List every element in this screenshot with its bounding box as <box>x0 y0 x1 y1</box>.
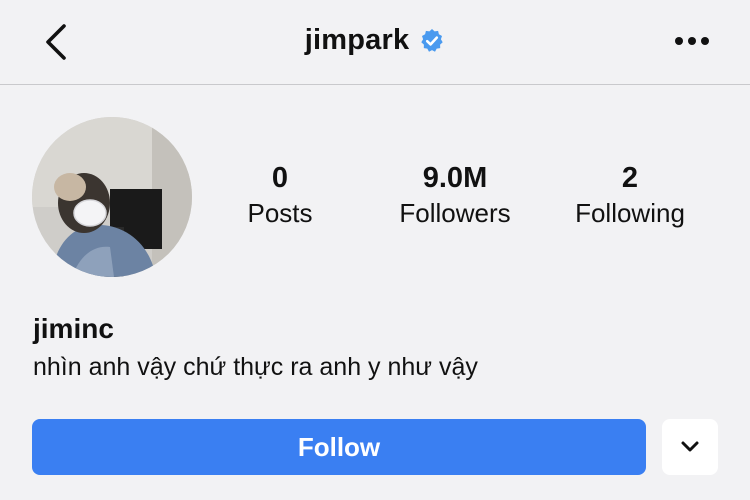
avatar[interactable] <box>32 117 192 277</box>
verified-badge-icon <box>421 28 443 52</box>
profile-username: jimpark <box>304 24 410 56</box>
avatar-photo <box>32 117 192 277</box>
header-title: jimpark <box>0 24 750 57</box>
posts-count: 0 <box>271 162 289 194</box>
profile-name: jiminc <box>33 313 114 344</box>
followers-stat[interactable]: 9.0M Followers <box>365 160 545 230</box>
follow-button[interactable]: Follow <box>32 419 646 475</box>
posts-stat[interactable]: 0 Posts <box>190 160 370 230</box>
top-bar: jimpark <box>0 0 750 85</box>
followers-count: 9.0M <box>422 162 488 194</box>
following-stat[interactable]: 2 Following <box>540 160 720 230</box>
more-options-button[interactable] <box>670 26 714 56</box>
ellipsis-icon <box>675 37 709 45</box>
following-label: Following <box>575 198 685 228</box>
followers-label: Followers <box>399 198 511 228</box>
suggested-accounts-dropdown-button[interactable] <box>662 419 718 475</box>
profile-bio: nhìn anh vậy chứ thực ra anh y như vậy <box>33 353 478 381</box>
chevron-down-icon <box>681 441 699 452</box>
following-count: 2 <box>621 162 639 194</box>
posts-label: Posts <box>247 198 313 228</box>
